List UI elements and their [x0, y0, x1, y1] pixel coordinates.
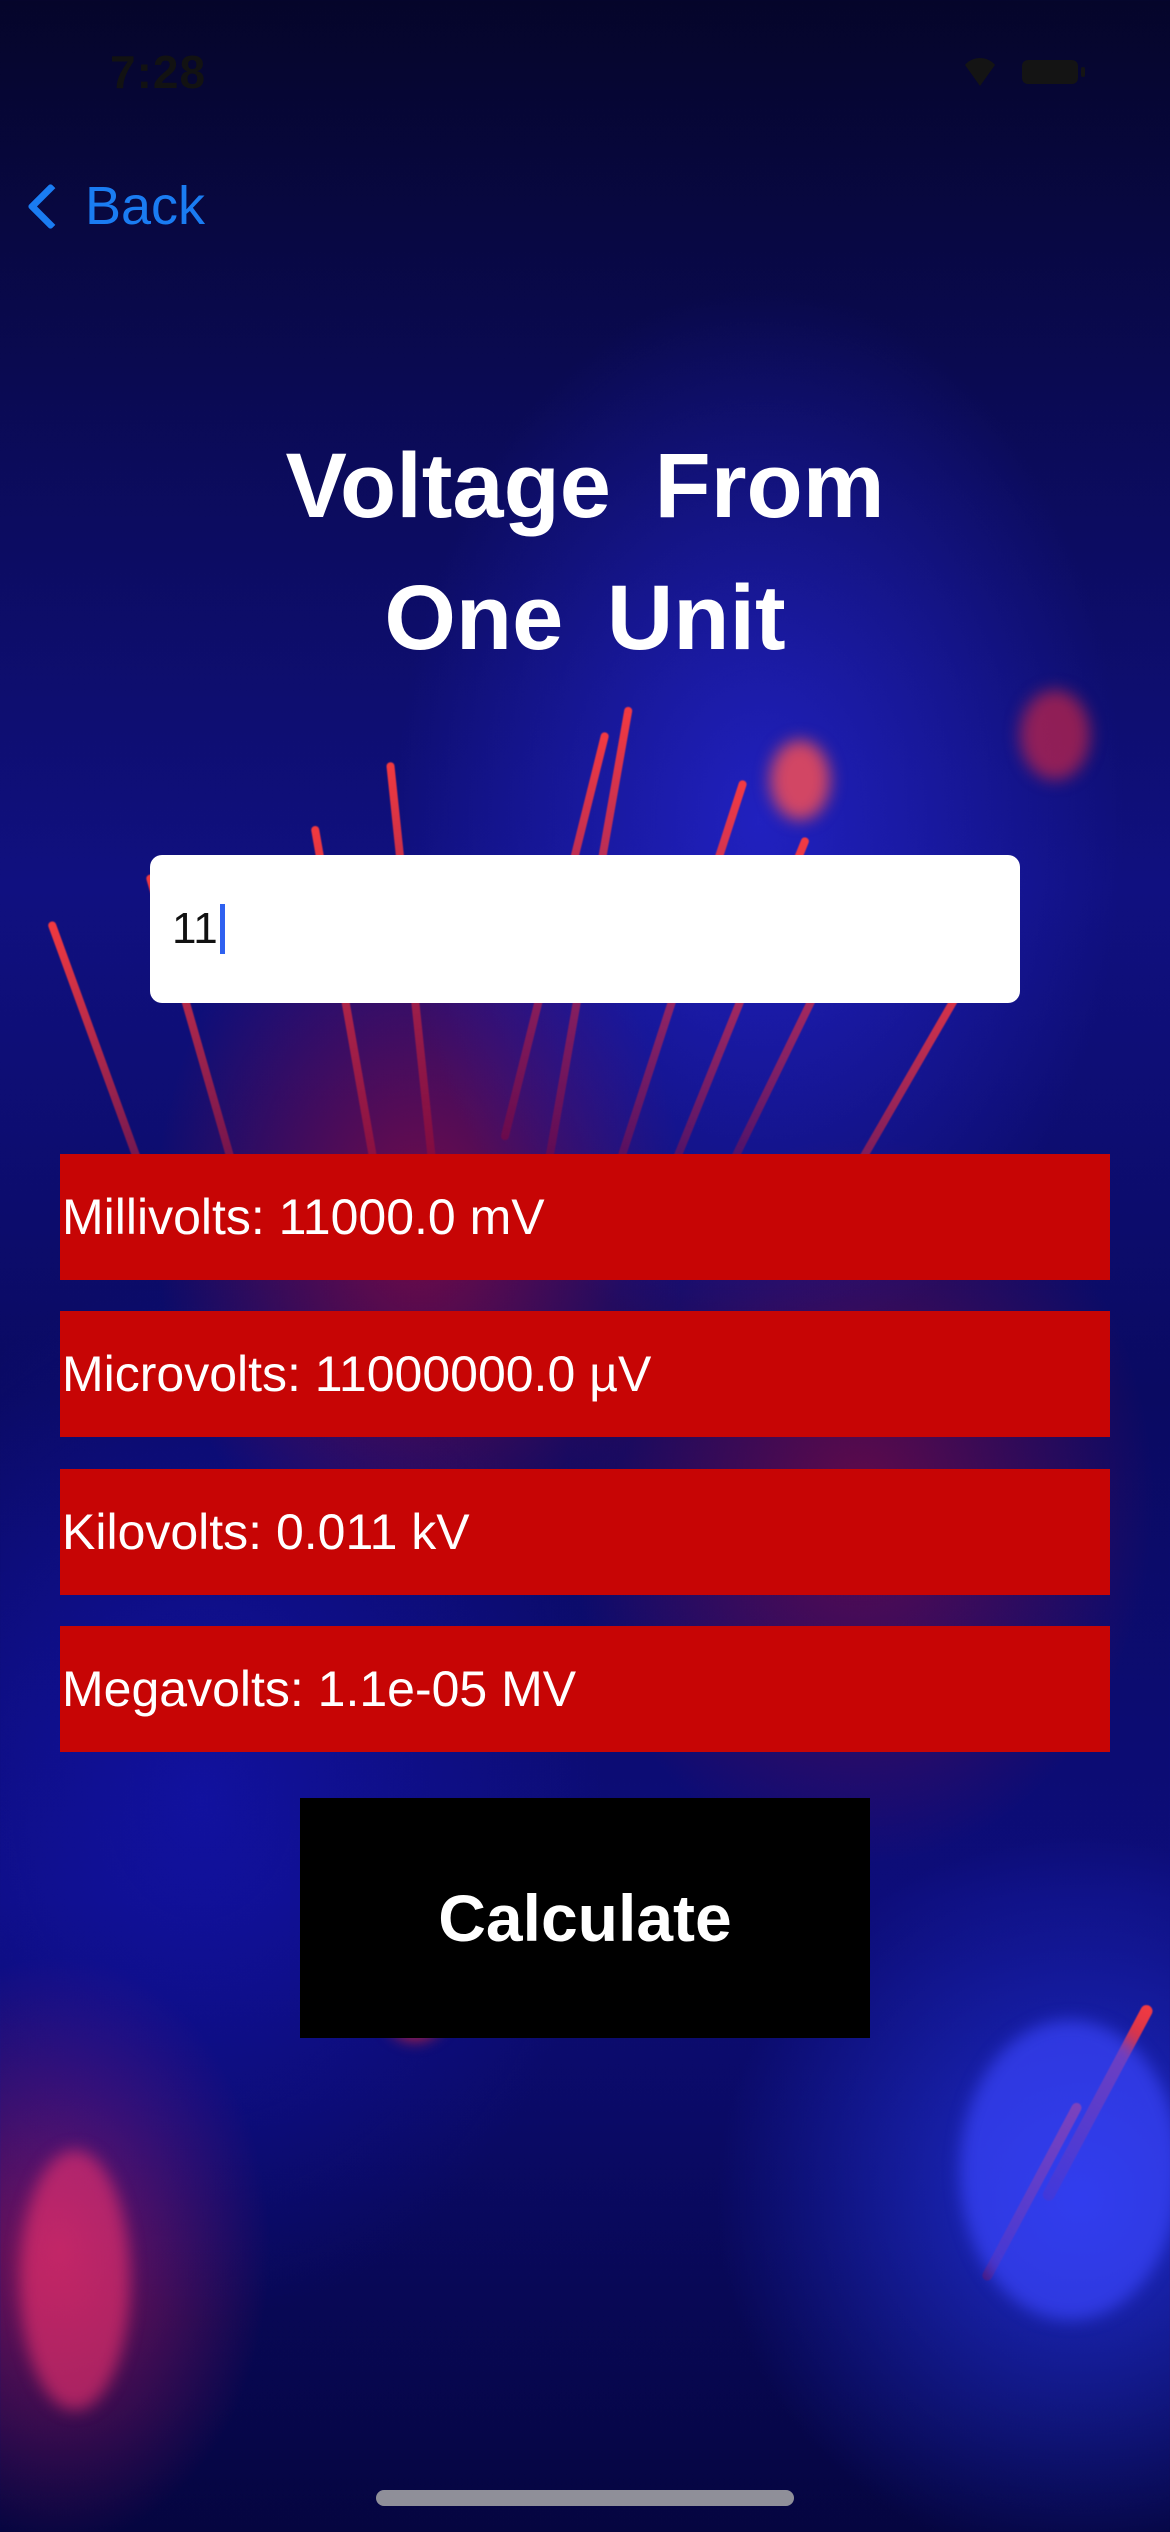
status-icons: [960, 58, 1110, 88]
page-title-line-1: Voltage From: [285, 435, 885, 537]
result-microvolts: Microvolts: 11000000.0 µV: [60, 1311, 1110, 1437]
back-label: Back: [85, 176, 206, 236]
home-indicator[interactable]: [376, 2490, 794, 2506]
page-title: Voltage From One Unit: [0, 420, 1170, 684]
status-time: 7:28: [110, 46, 207, 98]
page-title-line-2: One Unit: [384, 567, 786, 669]
calculate-button[interactable]: Calculate: [300, 1798, 870, 2038]
text-caret: [219, 904, 225, 954]
result-megavolts: Megavolts: 1.1e-05 MV: [60, 1626, 1110, 1752]
result-millivolts: Millivolts: 11000.0 mV: [60, 1154, 1110, 1280]
voltage-input-value: 11: [172, 904, 218, 953]
chevron-left-icon: [27, 182, 74, 230]
status-bar: 7:28: [0, 0, 1170, 140]
voltage-input[interactable]: 11: [150, 855, 1020, 1003]
back-button[interactable]: Back: [24, 170, 205, 242]
result-kilovolts: Kilovolts: 0.011 kV: [60, 1469, 1110, 1595]
battery-icon: [1022, 60, 1085, 84]
wifi-icon: [960, 58, 1000, 86]
